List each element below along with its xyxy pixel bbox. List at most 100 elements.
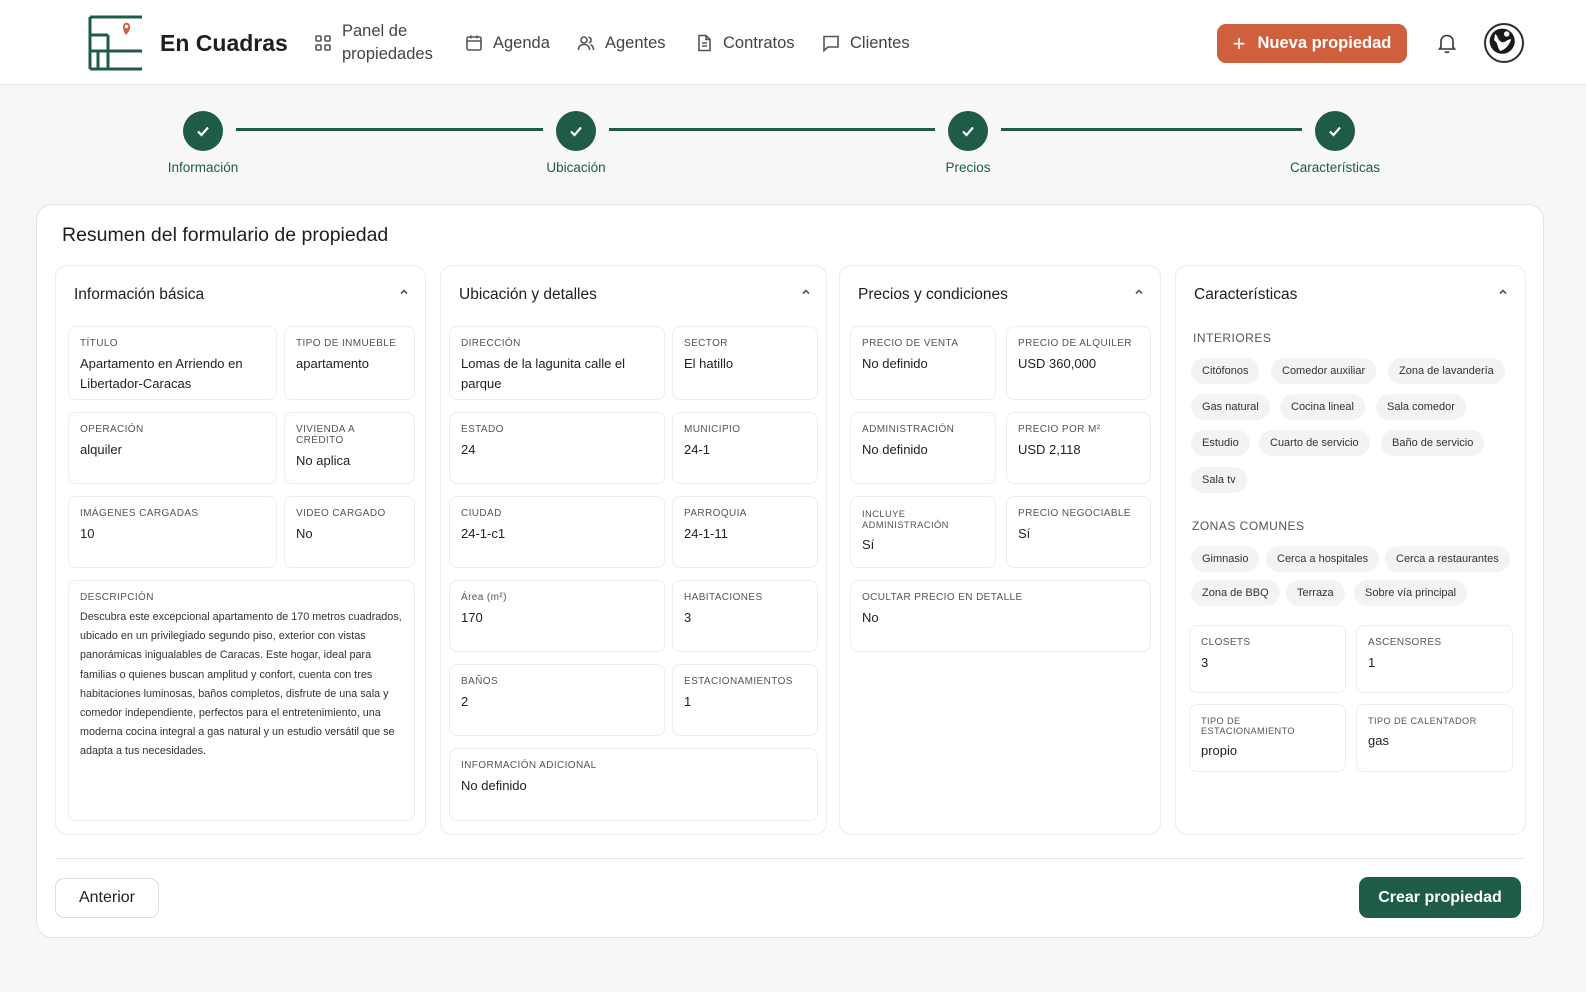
step-label-informacion: Información [167, 160, 239, 175]
bell-icon[interactable] [1436, 32, 1458, 54]
field-value: 24-1-11 [684, 526, 728, 541]
field-banos: Baños 2 [449, 664, 665, 736]
tag-interior: Sala tv [1191, 467, 1247, 493]
field-ascensores: Ascensores 1 [1356, 625, 1513, 693]
step-caracteristicas[interactable] [1315, 111, 1355, 151]
tag-comun: Zona de BBQ [1191, 580, 1280, 606]
field-value: Apartamento en Arriendo en Libertador-Ca… [80, 356, 243, 391]
step-ubicacion[interactable] [556, 111, 596, 151]
field-value: alquiler [80, 442, 122, 457]
field-precio-alquiler: Precio de alquiler USD 360,000 [1006, 326, 1151, 400]
field-value: gas [1368, 733, 1389, 748]
field-label: Imágenes cargadas [80, 508, 199, 519]
field-parroquia: Parroquia 24-1-11 [672, 496, 818, 568]
tag-interior: Zona de lavandería [1388, 358, 1505, 384]
nav-agenda-label: Agenda [493, 33, 550, 52]
field-label: Precio por m² [1018, 424, 1101, 435]
check-icon [1329, 126, 1341, 137]
field-municipio: Municipio 24-1 [672, 412, 818, 484]
field-value: 24-1 [684, 442, 711, 457]
field-value: No definido [862, 356, 928, 371]
chevron-up-icon[interactable] [1133, 286, 1145, 298]
tag-comun: Sobre vía principal [1354, 580, 1468, 606]
field-label: Sector [684, 338, 728, 349]
field-value: 24-1-c1 [461, 526, 506, 541]
tag-comun: Cerca a restaurantes [1385, 546, 1510, 572]
tag-interior: Estudio [1191, 430, 1250, 456]
field-value: El hatillo [684, 356, 734, 371]
field-ocultar-precio: Ocultar precio en detalle No [850, 580, 1151, 652]
field-label: Parroquia [684, 508, 747, 519]
nav-agenda[interactable]: Agenda [465, 20, 550, 66]
field-label: Operación [80, 424, 144, 435]
stepper-line-1 [236, 128, 543, 131]
chevron-up-icon[interactable] [398, 286, 410, 298]
field-label: Ocultar precio en detalle [862, 592, 1023, 603]
field-sector: Sector El hatillo [672, 326, 818, 400]
previous-button[interactable]: Anterior [55, 878, 159, 918]
field-value: Lomas de la lagunita calle el parque [461, 356, 626, 391]
field-label: Municipio [684, 424, 741, 435]
stepper-line-3 [1001, 128, 1302, 131]
tag-interior: Cocina lineal [1280, 394, 1365, 420]
field-label: Información adicional [461, 760, 597, 771]
field-value: No [862, 610, 879, 625]
field-value: Descubra este excepcional apartamento de… [80, 611, 402, 758]
field-info-adicional: Información adicional No definido [449, 748, 818, 821]
field-value: USD 360,000 [1018, 356, 1097, 371]
field-label: Tipo de calentador [1368, 716, 1477, 726]
field-label: Título [80, 338, 118, 349]
field-label: Video cargado [296, 508, 386, 519]
field-value: No definido [862, 442, 928, 457]
field-direccion: Dirección Lomas de la lagunita calle el … [449, 326, 665, 400]
field-label: Descripción [80, 592, 154, 603]
field-tipo-inmueble: Tipo de inmueble apartamento [284, 326, 415, 400]
step-label-caracteristicas: Características [1289, 160, 1381, 175]
nav-panel-label: Panel de propiedades [342, 22, 433, 63]
check-icon [962, 126, 974, 137]
field-habitaciones: Habitaciones 3 [672, 580, 818, 652]
field-administracion: Administración No definido [850, 412, 996, 484]
step-label-precios: Precios [945, 160, 991, 175]
field-label: Incluye administración [862, 508, 949, 530]
summary-title: Resumen del formulario de propiedad [62, 224, 389, 246]
field-value: No definido [461, 778, 527, 793]
create-property-button[interactable]: Crear propiedad [1359, 877, 1521, 918]
field-descripcion: Descripción Descubra este excepcional ap… [68, 580, 415, 821]
field-area: Área (m²) 170 [449, 580, 665, 652]
logo-icon[interactable] [88, 15, 144, 71]
field-vivienda-credito: Vivienda a crédito No aplica [284, 412, 415, 484]
field-label: Habitaciones [684, 592, 763, 603]
field-value: apartamento [296, 356, 369, 371]
tag-comun: Terraza [1286, 580, 1345, 606]
plus-icon: + [1232, 30, 1246, 56]
chevron-up-icon[interactable] [1497, 286, 1509, 298]
nav-contratos-label: Contratos [723, 33, 795, 52]
field-precio-m2: Precio por m² USD 2,118 [1006, 412, 1151, 484]
new-property-label: Nueva propiedad [1257, 34, 1392, 52]
field-label: Closets [1201, 637, 1251, 648]
field-value: 1 [684, 694, 692, 709]
field-value: Sí [862, 537, 875, 552]
field-value: USD 2,118 [1018, 442, 1081, 457]
step-label-ubicacion: Ubicación [546, 160, 606, 175]
grid-icon [315, 35, 331, 51]
step-informacion[interactable] [183, 111, 223, 151]
field-value: Sí [1018, 526, 1031, 541]
field-label: Ascensores [1368, 637, 1442, 648]
user-avatar[interactable] [1484, 23, 1524, 63]
new-property-button[interactable]: + Nueva propiedad [1217, 24, 1407, 63]
field-video: Video cargado No [284, 496, 415, 568]
nav-clientes[interactable]: Clientes [822, 20, 910, 66]
nav-panel-propiedades[interactable]: Panel de propiedades [314, 20, 438, 66]
chevron-up-icon[interactable] [800, 286, 812, 298]
tag-comun: Cerca a hospitales [1266, 546, 1380, 572]
nav-agentes[interactable]: Agentes [577, 20, 666, 66]
field-value: 3 [684, 610, 692, 625]
nav-agentes-label: Agentes [605, 33, 666, 52]
field-label: Vivienda a crédito [296, 424, 355, 446]
step-precios[interactable] [948, 111, 988, 151]
nav-contratos[interactable]: Contratos [695, 20, 795, 66]
field-value: propio [1201, 743, 1238, 758]
brand-name[interactable]: En Cuadras [160, 30, 288, 57]
